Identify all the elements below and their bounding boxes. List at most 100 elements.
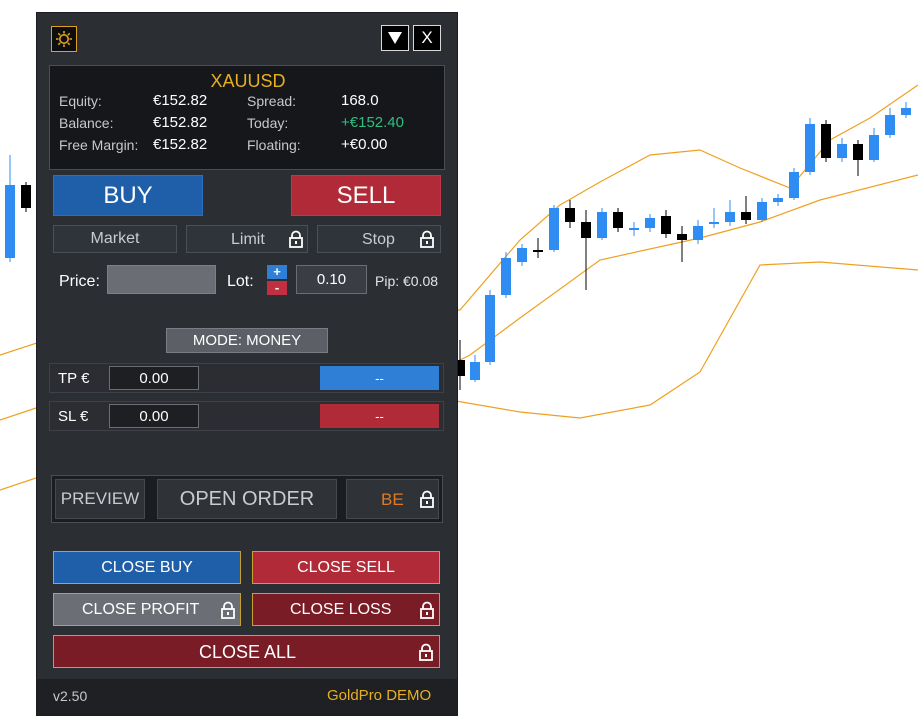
sl-input[interactable]: 0.00: [109, 404, 199, 428]
close-profit-label: CLOSE PROFIT: [82, 601, 200, 618]
open-order-label: OPEN ORDER: [179, 487, 315, 510]
lock-icon: [419, 643, 433, 661]
buy-label: BUY: [103, 181, 153, 209]
candle-body: [549, 208, 559, 250]
candle-body: [709, 222, 719, 224]
lock-icon: [420, 601, 434, 619]
breakeven-button[interactable]: BE: [346, 479, 439, 519]
today-value: +€152.40: [341, 114, 404, 131]
minimize-button[interactable]: [381, 25, 409, 51]
close-profit-button[interactable]: CLOSE PROFIT: [53, 593, 241, 626]
candle-body: [789, 172, 799, 198]
lot-increase-button[interactable]: +: [267, 265, 287, 279]
price-input[interactable]: [107, 265, 216, 294]
candle-body: [805, 124, 815, 172]
sl-set-button[interactable]: --: [320, 404, 439, 428]
candle-body: [773, 198, 783, 202]
lot-decrease-button[interactable]: -: [267, 281, 287, 295]
mode-label: MODE: MONEY: [192, 332, 302, 349]
settings-button[interactable]: [51, 26, 77, 52]
lock-icon: [420, 230, 434, 248]
open-order-button[interactable]: OPEN ORDER: [157, 479, 337, 519]
symbol-label: XAUUSD: [210, 71, 286, 91]
candle-body: [485, 295, 495, 362]
lock-icon: [289, 230, 303, 248]
today-label: Today:: [247, 115, 289, 131]
balance-label: Balance:: [59, 115, 114, 131]
candle-body: [597, 212, 607, 238]
lock-icon: [221, 601, 235, 619]
candle-body: [901, 108, 911, 115]
close-button[interactable]: X: [413, 25, 441, 51]
candle-body: [533, 250, 543, 252]
tab-limit[interactable]: Limit: [186, 225, 308, 253]
floating-value: +€0.00: [341, 136, 388, 153]
plus-icon: +: [273, 264, 281, 279]
candle-body: [853, 144, 863, 160]
candle-body: [613, 212, 623, 228]
tp-row: TP € 0.00 --: [49, 363, 444, 393]
spread-value: 168.0: [341, 92, 379, 109]
close-all-button[interactable]: CLOSE ALL: [53, 635, 440, 668]
sl-label: SL €: [58, 408, 89, 425]
lot-input[interactable]: 0.10: [296, 265, 367, 294]
sl-row: SL € 0.00 --: [49, 401, 444, 431]
close-loss-label: CLOSE LOSS: [290, 601, 392, 618]
candle-body: [470, 362, 480, 380]
free-margin-value: €152.82: [153, 136, 208, 153]
tab-market[interactable]: Market: [53, 225, 177, 253]
candle-body: [661, 216, 671, 234]
tp-set-button[interactable]: --: [320, 366, 439, 390]
buy-button[interactable]: BUY: [53, 175, 203, 216]
close-icon: X: [421, 28, 433, 47]
preview-label: PREVIEW: [60, 489, 140, 508]
candle-body: [741, 212, 751, 220]
tp-input[interactable]: 0.00: [109, 366, 199, 390]
triangle-down-icon: [388, 32, 402, 44]
price-label: Price:: [59, 273, 100, 290]
be-label: BE: [381, 490, 404, 509]
close-loss-button[interactable]: CLOSE LOSS: [252, 593, 440, 626]
candle-body: [645, 218, 655, 228]
candle-body: [629, 228, 639, 230]
candle-body: [821, 124, 831, 158]
tab-stop-label: Stop: [362, 231, 395, 248]
trade-panel: X XAUUSD Equity: €152.82 Balance: €152.8…: [37, 13, 457, 715]
candle-body: [677, 234, 687, 240]
sl-button-label: --: [375, 408, 384, 424]
preview-button[interactable]: PREVIEW: [55, 479, 145, 519]
candle-body: [565, 208, 575, 222]
tp-button-label: --: [375, 370, 384, 386]
balance-value: €152.82: [153, 114, 208, 131]
candle-body: [869, 135, 879, 160]
gear-icon: [56, 31, 72, 47]
tp-label: TP €: [58, 370, 90, 387]
mode-toggle-button[interactable]: MODE: MONEY: [166, 328, 328, 353]
tab-stop[interactable]: Stop: [317, 225, 441, 253]
lot-label: Lot:: [227, 273, 254, 290]
account-info-box: XAUUSD Equity: €152.82 Balance: €152.82 …: [49, 65, 445, 170]
equity-value: €152.82: [153, 92, 208, 109]
sell-label: SELL: [336, 181, 396, 209]
sell-button[interactable]: SELL: [291, 175, 441, 216]
minus-icon: -: [274, 280, 280, 295]
lock-icon: [420, 490, 434, 508]
candle-body: [517, 248, 527, 262]
close-buy-button[interactable]: CLOSE BUY: [53, 551, 241, 584]
version-label: v2.50: [53, 688, 88, 704]
close-sell-button[interactable]: CLOSE SELL: [252, 551, 440, 584]
floating-label: Floating:: [247, 137, 301, 153]
free-margin-label: Free Margin:: [59, 137, 139, 153]
equity-label: Equity:: [59, 93, 102, 109]
close-all-label: CLOSE ALL: [198, 642, 297, 662]
close-sell-label: CLOSE SELL: [297, 558, 395, 576]
candle-body: [5, 185, 15, 258]
candle-body: [21, 185, 31, 208]
tab-market-label: Market: [90, 230, 140, 247]
candle-body: [757, 202, 767, 220]
pip-value: Pip: €0.08: [375, 273, 439, 289]
candle-body: [501, 258, 511, 295]
tab-limit-label: Limit: [231, 231, 265, 248]
candle-body: [693, 226, 703, 240]
candle-body: [837, 144, 847, 158]
